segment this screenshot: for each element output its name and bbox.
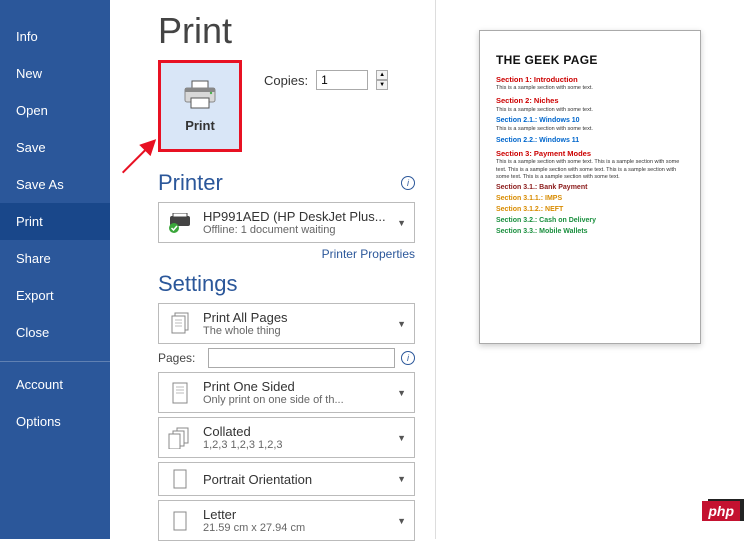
printer-heading: Printer bbox=[158, 170, 223, 196]
copies-label: Copies: bbox=[264, 73, 308, 88]
printer-status: Offline: 1 document waiting bbox=[203, 224, 387, 236]
print-range-selector[interactable]: Print All Pages The whole thing ▼ bbox=[158, 303, 415, 344]
page-title: Print bbox=[158, 10, 415, 52]
sidebar-item-open[interactable]: Open bbox=[0, 92, 110, 129]
chevron-down-icon: ▼ bbox=[397, 218, 406, 228]
print-button[interactable]: Print bbox=[158, 60, 242, 152]
sidebar-item-new[interactable]: New bbox=[0, 55, 110, 92]
paper-size-selector[interactable]: Letter 21.59 cm x 27.94 cm ▼ bbox=[158, 500, 415, 541]
info-icon[interactable]: i bbox=[401, 351, 415, 365]
print-button-label: Print bbox=[185, 118, 215, 133]
pages-input[interactable] bbox=[208, 348, 395, 368]
sidebar-item-info[interactable]: Info bbox=[0, 18, 110, 55]
collated-icon bbox=[167, 427, 193, 449]
printer-icon bbox=[182, 80, 218, 110]
one-sided-icon bbox=[171, 382, 189, 404]
settings-heading: Settings bbox=[158, 271, 238, 297]
sidebar-item-export[interactable]: Export bbox=[0, 277, 110, 314]
collation-selector[interactable]: Collated 1,2,3 1,2,3 1,2,3 ▼ bbox=[158, 417, 415, 458]
info-icon[interactable]: i bbox=[401, 176, 415, 190]
sidebar-item-save[interactable]: Save bbox=[0, 129, 110, 166]
chevron-down-icon: ▼ bbox=[397, 516, 406, 526]
printer-selector[interactable]: HP991AED (HP DeskJet Plus... Offline: 1 … bbox=[158, 202, 415, 243]
copies-down[interactable]: ▼ bbox=[376, 80, 388, 90]
chevron-down-icon: ▼ bbox=[397, 433, 406, 443]
print-preview-page: THE GEEK PAGE Section 1: Introduction Th… bbox=[479, 30, 701, 344]
printer-properties-link[interactable]: Printer Properties bbox=[158, 247, 415, 261]
portrait-icon bbox=[172, 469, 188, 489]
chevron-down-icon: ▼ bbox=[397, 319, 406, 329]
printer-name: HP991AED (HP DeskJet Plus... bbox=[203, 209, 387, 224]
main-area: Print Print Copies: ▲ bbox=[110, 0, 744, 539]
sidebar-item-options[interactable]: Options bbox=[0, 403, 110, 440]
sidebar-item-close[interactable]: Close bbox=[0, 314, 110, 351]
copies-input[interactable] bbox=[316, 70, 368, 90]
sidebar-item-share[interactable]: Share bbox=[0, 240, 110, 277]
sidebar-item-print[interactable]: Print bbox=[0, 203, 110, 240]
chevron-down-icon: ▼ bbox=[397, 388, 406, 398]
watermark-badge: php bbox=[702, 501, 740, 521]
copies-up[interactable]: ▲ bbox=[376, 70, 388, 80]
chevron-down-icon: ▼ bbox=[397, 474, 406, 484]
paper-icon bbox=[172, 511, 188, 531]
pages-icon bbox=[169, 312, 191, 336]
pages-label: Pages: bbox=[158, 351, 202, 365]
sidebar-item-saveas[interactable]: Save As bbox=[0, 166, 110, 203]
sides-selector[interactable]: Print One Sided Only print on one side o… bbox=[158, 372, 415, 413]
sidebar-divider bbox=[0, 361, 110, 362]
printer-status-icon bbox=[167, 213, 193, 233]
orientation-selector[interactable]: Portrait Orientation ▼ bbox=[158, 462, 415, 496]
sidebar-item-account[interactable]: Account bbox=[0, 366, 110, 403]
sidebar: Info New Open Save Save As Print Share E… bbox=[0, 0, 110, 539]
